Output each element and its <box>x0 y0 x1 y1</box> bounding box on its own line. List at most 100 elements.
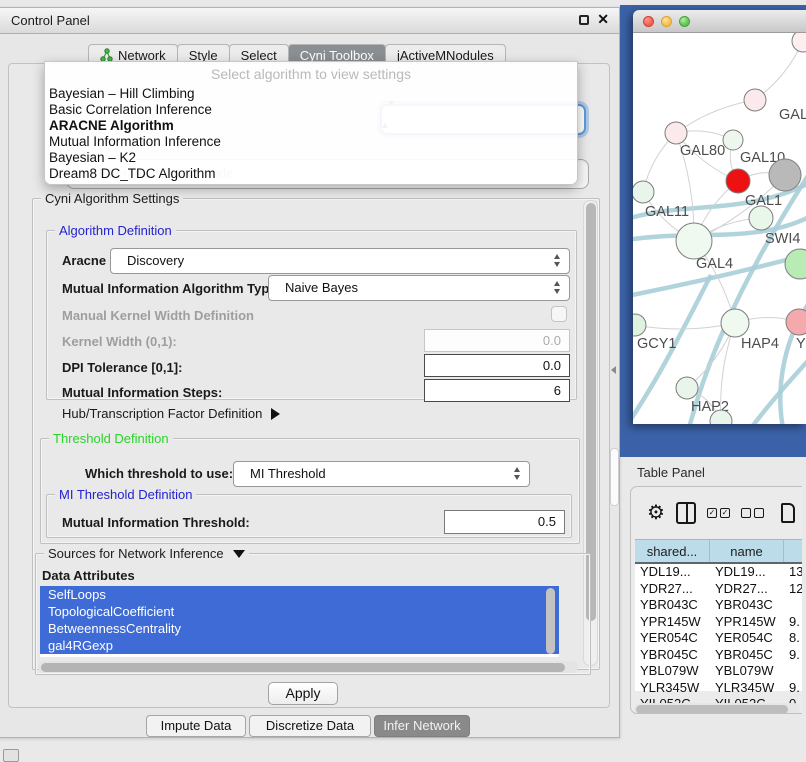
network-node[interactable] <box>633 314 646 336</box>
data-attribute-item[interactable]: TopologicalCoefficient <box>40 603 559 620</box>
table-row[interactable]: YDR27...YDR27...12 <box>635 581 802 598</box>
gear-icon[interactable]: ⚙ <box>647 503 665 523</box>
network-node[interactable] <box>749 206 773 230</box>
mi-threshold-value: 0.5 <box>538 514 556 529</box>
table-cell <box>784 597 802 614</box>
manual-kernel-label: Manual Kernel Width Definition <box>62 308 254 323</box>
algorithm-option[interactable]: Mutual Information Inference <box>45 134 577 150</box>
select-all-icon[interactable]: ✓✓ <box>707 508 730 518</box>
network-node[interactable] <box>721 309 749 337</box>
network-node-label: GAL80 <box>680 143 725 159</box>
tab-impute-data[interactable]: Impute Data <box>146 715 246 737</box>
column-header[interactable] <box>784 540 802 562</box>
table-cell: 13 <box>784 564 802 581</box>
algorithm-option[interactable]: Bayesian – Hill Climbing <box>45 86 577 102</box>
network-node-label: GAL11 <box>645 204 689 220</box>
table-cell: YBR045C <box>635 647 710 664</box>
table-cell: YER054C <box>710 630 784 647</box>
attributes-hscrollbar[interactable] <box>38 661 578 673</box>
table-row[interactable]: YBR043CYBR043C <box>635 597 802 614</box>
network-node[interactable] <box>744 89 766 111</box>
column-header[interactable]: name <box>710 540 784 562</box>
tab-discretize-data[interactable]: Discretize Data <box>249 715 371 737</box>
expander-expanded-icon <box>233 550 245 558</box>
mi-threshold-group-title: MI Threshold Definition <box>55 487 196 502</box>
table-row[interactable]: YPR145WYPR145W9. <box>635 614 802 631</box>
network-node[interactable] <box>665 122 687 144</box>
network-node[interactable] <box>726 169 750 193</box>
network-node[interactable] <box>633 181 654 203</box>
mi-type-combobox[interactable]: Naive Bayes <box>268 275 570 301</box>
attributes-hscrollbar-thumb[interactable] <box>41 663 565 672</box>
close-icon[interactable]: ✕ <box>597 11 609 28</box>
table-cell: YDR27... <box>710 581 784 598</box>
algorithm-option[interactable]: Basic Correlation Inference <box>45 102 577 118</box>
network-node[interactable] <box>785 249 806 279</box>
aracne-mode-value: Discovery <box>127 253 184 268</box>
apply-button[interactable]: Apply <box>268 682 338 705</box>
sources-group-title[interactable]: Sources for Network Inference <box>44 546 249 561</box>
table-cell: YDR27... <box>635 581 710 598</box>
table-row[interactable]: YER054CYER054C8. <box>635 630 802 647</box>
table-cell: YPR145W <box>635 614 710 631</box>
table-cell: 12 <box>784 581 802 598</box>
algorithm-placeholder: Select algorithm to view settings <box>45 62 577 86</box>
network-node[interactable] <box>676 223 712 259</box>
algorithm-option[interactable]: Dream8 DC_TDC Algorithm <box>45 166 577 182</box>
which-threshold-combobox[interactable]: MI Threshold <box>233 461 530 487</box>
table-cell: YBL079W <box>635 663 710 680</box>
side-scrollbar[interactable] <box>610 448 619 506</box>
data-attributes-list: SelfLoopsTopologicalCoefficientBetweenne… <box>40 586 559 657</box>
algorithm-option[interactable]: Bayesian – K2 <box>45 150 577 166</box>
network-node[interactable] <box>723 130 743 150</box>
aracne-mode-combobox[interactable]: Discovery <box>110 248 570 274</box>
network-window-titlebar[interactable] <box>633 10 806 33</box>
hub-definition-expander[interactable]: Hub/Transcription Factor Definition <box>62 406 280 421</box>
minimize-traffic-icon[interactable] <box>661 16 672 27</box>
network-node-label: SWI4 <box>765 231 800 247</box>
table-row[interactable]: YBR045CYBR045C9. <box>635 647 802 664</box>
table-hscrollbar-thumb[interactable] <box>636 705 788 714</box>
attributes-scrollbar-thumb[interactable] <box>546 588 555 654</box>
mi-type-label: Mutual Information Algorithm Type: <box>62 281 281 296</box>
data-attribute-item[interactable]: BetweennessCentrality <box>40 620 559 637</box>
tab-infer-network[interactable]: Infer Network <box>374 715 470 737</box>
network-node[interactable] <box>676 377 698 399</box>
network-canvas[interactable]: GALGAL80GAL10GAL1GAL11SWI4GAL4GCY1HAP4YH… <box>633 33 806 424</box>
minimized-panel-icon[interactable] <box>3 749 19 762</box>
network-node[interactable] <box>792 33 806 52</box>
table-cell: YPR145W <box>710 614 784 631</box>
table-cell: 9. <box>784 647 802 664</box>
table-cell: YLR345W <box>635 680 710 697</box>
mi-type-value: Naive Bayes <box>285 280 358 295</box>
columns-icon[interactable] <box>676 502 696 524</box>
table-cell: YBR045C <box>710 647 784 664</box>
kernel-width-label: Kernel Width (0,1): <box>62 334 177 349</box>
dpi-tolerance-field[interactable]: 0.0 <box>424 354 570 377</box>
table-row[interactable]: YLR345WYLR345W9. <box>635 680 802 697</box>
network-edge <box>676 100 755 133</box>
table-hscrollbar[interactable] <box>634 703 800 714</box>
mi-steps-label: Mutual Information Steps: <box>62 385 222 400</box>
control-panel-title: Control Panel <box>11 13 90 28</box>
float-window-icon[interactable] <box>579 15 589 25</box>
manual-kernel-checkbox[interactable] <box>551 306 567 322</box>
deselect-all-icon[interactable] <box>741 508 764 518</box>
control-panel-titlebar: Control Panel ✕ <box>0 8 619 34</box>
mi-threshold-field[interactable]: 0.5 <box>444 510 565 534</box>
which-threshold-value: MI Threshold <box>250 466 326 481</box>
close-traffic-icon[interactable] <box>643 16 654 27</box>
zoom-traffic-icon[interactable] <box>679 16 690 27</box>
data-attribute-item[interactable]: SelfLoops <box>40 586 559 603</box>
column-header[interactable]: shared... <box>635 540 710 562</box>
network-node[interactable] <box>786 309 806 335</box>
export-table-icon[interactable] <box>781 503 795 523</box>
table-row[interactable]: YDL19...YDL19...13 <box>635 564 802 581</box>
network-node[interactable] <box>769 159 801 191</box>
mi-steps-field[interactable]: 6 <box>424 379 570 402</box>
table-cell <box>784 663 802 680</box>
data-attribute-item[interactable]: gal4RGexp <box>40 637 559 654</box>
table-row[interactable]: YBL079WYBL079W <box>635 663 802 680</box>
algorithm-option[interactable]: ARACNE Algorithm <box>45 118 577 134</box>
splitter-collapse-icon[interactable] <box>611 366 616 374</box>
